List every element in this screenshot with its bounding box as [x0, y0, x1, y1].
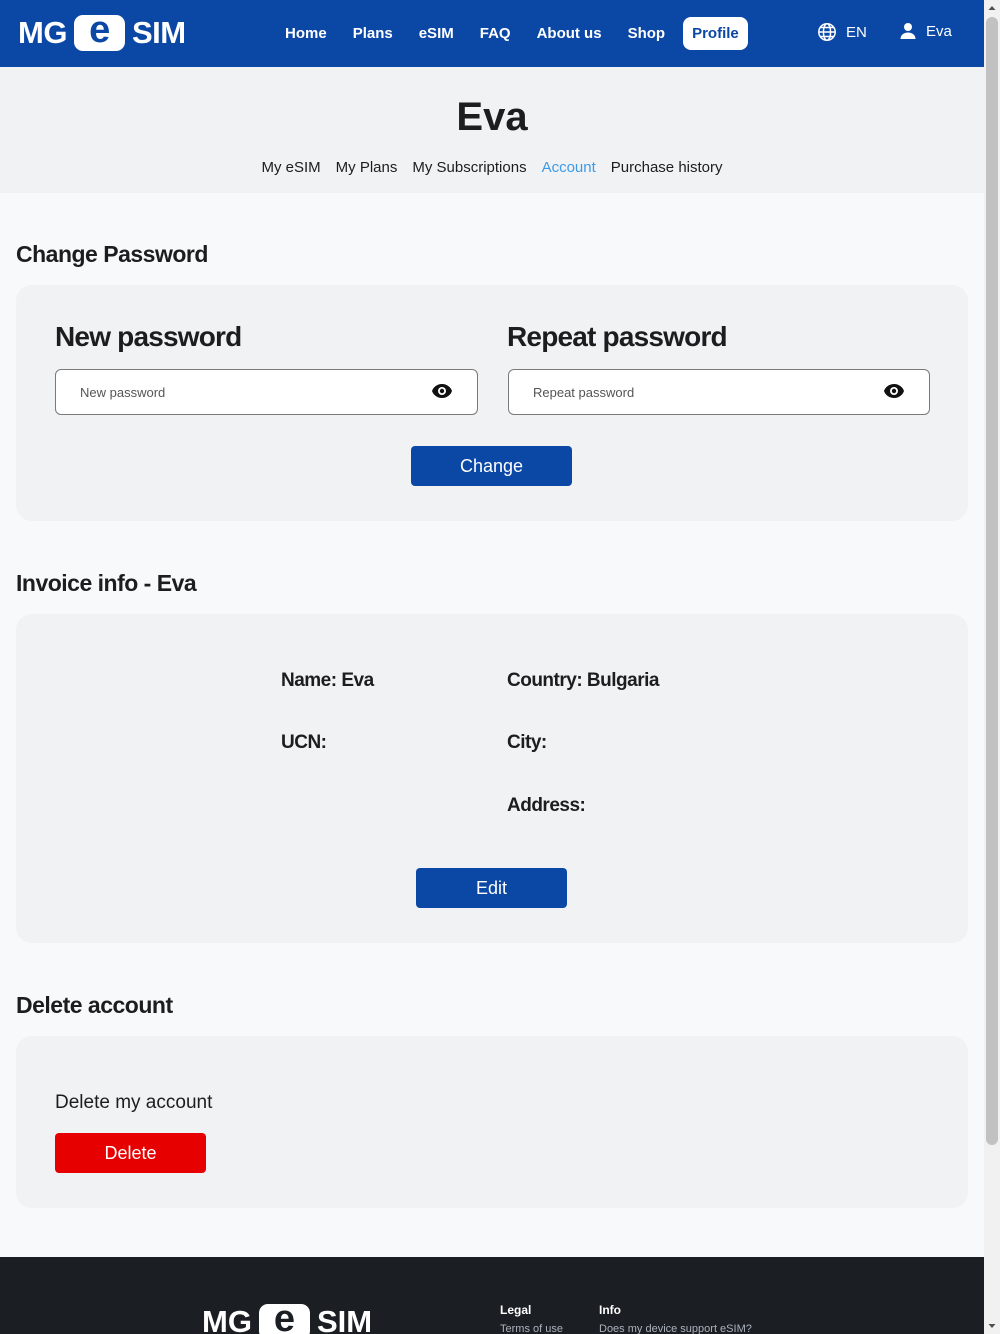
main-nav: Home Plans eSIM FAQ About us Shop Profil… — [272, 17, 748, 50]
tab-account[interactable]: Account — [534, 159, 603, 176]
invoice-city: City: — [507, 732, 547, 753]
language-label: EN — [846, 23, 867, 41]
profile-tabs: My eSIM My Plans My Subscriptions Accoun… — [0, 159, 984, 176]
footer-esim-support-link[interactable]: Does my device support eSIM? — [599, 1323, 752, 1334]
scroll-down-arrow-icon[interactable] — [984, 1318, 1000, 1334]
new-password-label: New password — [55, 321, 242, 352]
nav-esim[interactable]: eSIM — [406, 17, 467, 50]
logo-text-mg: MG — [18, 15, 67, 50]
change-password-button[interactable]: Change — [411, 446, 572, 486]
profile-header: Eva My eSIM My Plans My Subscriptions Ac… — [0, 67, 984, 193]
change-password-card: New password Repeat password Change — [16, 285, 968, 521]
nav-shop[interactable]: Shop — [615, 17, 679, 50]
invoice-address: Address: — [507, 795, 586, 816]
new-password-input[interactable] — [80, 370, 420, 414]
footer-logo[interactable]: MG e SIM — [202, 1300, 373, 1334]
brand-logo[interactable]: MG e SIM — [18, 11, 186, 51]
tab-my-plans[interactable]: My Plans — [328, 159, 405, 176]
footer-logo-text-mg: MG — [202, 1304, 252, 1334]
footer-legal-title: Legal — [500, 1303, 532, 1317]
globe-icon — [818, 23, 836, 41]
nav-plans[interactable]: Plans — [340, 17, 406, 50]
change-password-title: Change Password — [16, 241, 208, 267]
logo-text-sim: SIM — [131, 15, 186, 50]
footer-logo-e-mark: e — [258, 1300, 310, 1334]
repeat-password-input[interactable] — [533, 370, 873, 414]
repeat-password-label: Repeat password — [507, 321, 728, 352]
invoice-info-title: Invoice info - Eva — [16, 570, 197, 596]
profile-name: Eva — [456, 95, 528, 139]
invoice-ucn: UCN: — [281, 732, 327, 753]
tab-my-subscriptions[interactable]: My Subscriptions — [405, 159, 534, 176]
top-navbar: MG e SIM Home Plans eSIM FAQ About us Shop… — [0, 0, 984, 67]
invoice-name: Name: Eva — [281, 670, 374, 691]
delete-account-title: Delete account — [16, 992, 173, 1018]
eye-icon[interactable] — [431, 383, 453, 399]
repeat-password-field[interactable] — [508, 369, 930, 415]
invoice-country: Country: Bulgaria — [507, 670, 659, 691]
invoice-info-card: Name: Eva UCN: Country: Bulgaria City: A… — [16, 614, 968, 943]
tab-purchase-history[interactable]: Purchase history — [603, 159, 730, 176]
nav-about-us[interactable]: About us — [524, 17, 615, 50]
edit-invoice-button[interactable]: Edit — [416, 868, 567, 908]
eye-icon[interactable] — [883, 383, 905, 399]
user-menu[interactable]: Eva — [899, 22, 952, 40]
tab-my-esim[interactable]: My eSIM — [254, 159, 328, 176]
scroll-thumb[interactable] — [986, 17, 998, 1145]
user-name: Eva — [926, 22, 952, 40]
scroll-up-arrow-icon[interactable] — [984, 0, 1000, 16]
delete-account-button[interactable]: Delete — [55, 1133, 206, 1173]
nav-faq[interactable]: FAQ — [467, 17, 524, 50]
footer: MG e SIM Legal Terms of use Info Does my d… — [0, 1257, 984, 1334]
footer-logo-text-sim: SIM — [316, 1304, 373, 1334]
footer-info-title: Info — [599, 1303, 621, 1317]
new-password-field[interactable] — [55, 369, 478, 415]
delete-account-text: Delete my account — [55, 1092, 213, 1113]
delete-account-card: Delete my account Delete — [16, 1036, 968, 1208]
nav-profile[interactable]: Profile — [683, 17, 748, 50]
language-switcher[interactable]: EN — [817, 22, 867, 42]
logo-e-mark: e — [73, 11, 125, 51]
page-scrollbar[interactable] — [984, 0, 1000, 1334]
footer-terms-link[interactable]: Terms of use — [500, 1323, 563, 1334]
nav-home[interactable]: Home — [272, 17, 340, 50]
user-icon — [900, 23, 916, 39]
